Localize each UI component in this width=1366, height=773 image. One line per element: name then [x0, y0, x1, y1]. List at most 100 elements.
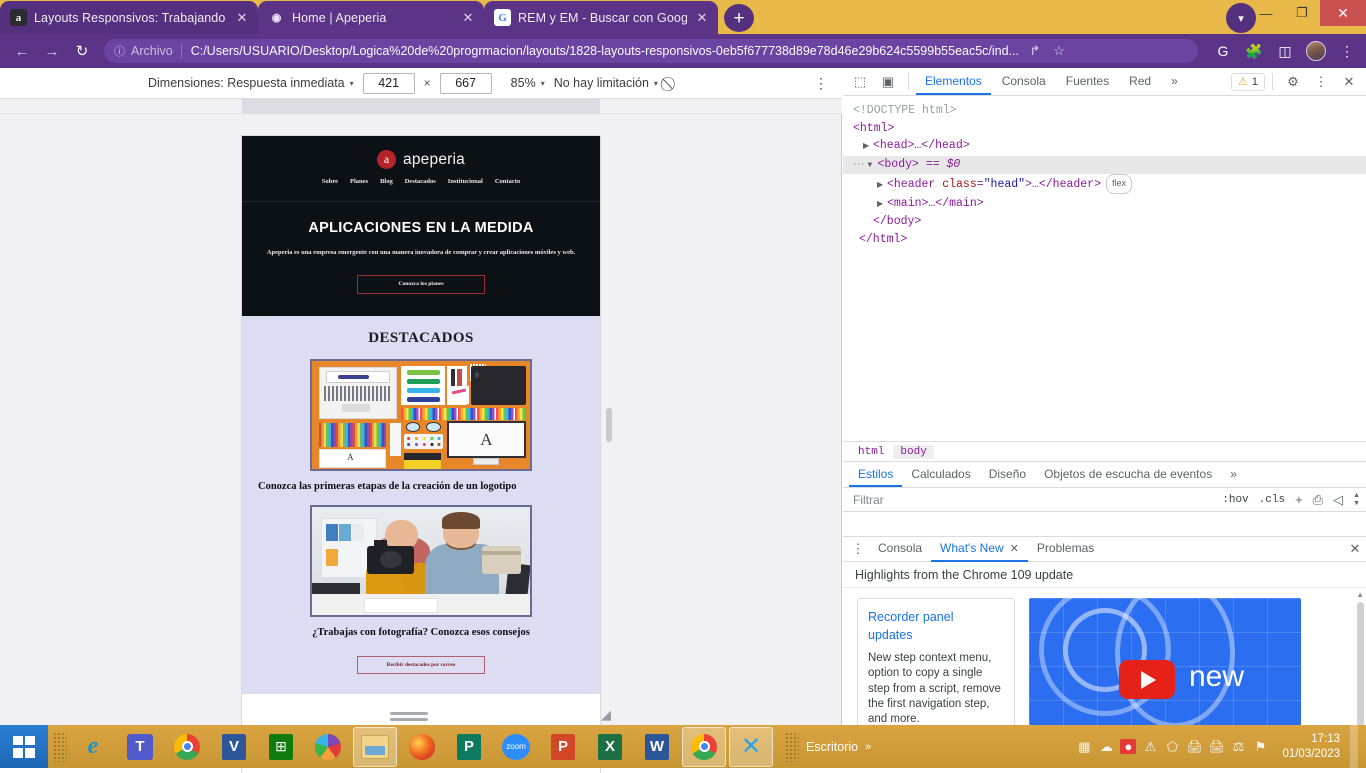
filter-input[interactable]: Filtrar	[853, 493, 1212, 507]
viewport-resize-handle-bottom[interactable]	[390, 712, 428, 721]
close-window-button[interactable]: ✕	[1320, 0, 1366, 26]
tab-diseno[interactable]: Diseño	[980, 462, 1035, 487]
drawer-tab-consola[interactable]: Consola	[869, 537, 931, 562]
bookmark-star-icon[interactable]: ☆	[1049, 41, 1069, 61]
system-clock[interactable]: 17:13 01/03/2023	[1274, 732, 1340, 762]
forward-button[interactable]: →	[38, 37, 66, 65]
hero-cta-button[interactable]: Conozca los planes	[357, 275, 485, 294]
address-bar[interactable]: ⓘ Archivo C:/Users/USUARIO/Desktop/Logic…	[104, 39, 1198, 63]
taskbar-grip[interactable]	[53, 732, 67, 762]
show-desktop-button[interactable]	[1350, 725, 1358, 768]
printer-2-icon[interactable]: 🖨	[1208, 739, 1224, 755]
extensions-puzzle-icon[interactable]: 🧩	[1243, 40, 1265, 62]
close-tab-icon[interactable]: ✕	[694, 10, 710, 26]
settings-gear-icon[interactable]: ⚙	[1280, 69, 1306, 95]
maximize-button[interactable]: ❐	[1284, 0, 1320, 26]
drawer-menu-icon[interactable]: ⋮	[847, 541, 869, 557]
reload-button[interactable]: ↻	[68, 37, 96, 65]
device-toolbar-menu-icon[interactable]: ⋮	[814, 75, 828, 92]
taskbar-google-chrome[interactable]	[165, 727, 209, 767]
inspect-element-icon[interactable]: ⬚	[847, 69, 873, 95]
tab-consola[interactable]: Consola	[993, 68, 1055, 95]
flex-badge[interactable]: flex	[1106, 174, 1132, 194]
usb-icon[interactable]: ⚖	[1230, 739, 1246, 755]
recording-icon[interactable]: ●	[1120, 739, 1136, 754]
drawer-tab-problemas[interactable]: Problemas	[1028, 537, 1103, 562]
nav-link-contacto[interactable]: Contacto	[495, 178, 520, 185]
taskbar-visual-studio-code[interactable]: ✕	[729, 727, 773, 767]
new-tab-button[interactable]: +	[724, 4, 754, 32]
page-info-icon[interactable]: ⓘ	[114, 43, 125, 59]
computed-sidebar-icon[interactable]: ◁	[1333, 492, 1343, 508]
desktop-toolbar[interactable]: Escritorio »	[779, 732, 871, 762]
dom-line-head[interactable]: ▶<head>…</head>	[853, 137, 1366, 156]
tab-red[interactable]: Red	[1120, 68, 1160, 95]
network-icon[interactable]: ☁	[1098, 739, 1114, 755]
cls-toggle[interactable]: .cls	[1259, 494, 1285, 506]
taskbar-microsoft-word[interactable]: W	[635, 727, 679, 767]
security-shield-icon[interactable]: ⬠	[1164, 739, 1180, 755]
shield-warning-icon[interactable]: ⚠	[1142, 739, 1158, 755]
nav-link-blog[interactable]: Blog	[380, 178, 393, 185]
tab-estilos[interactable]: Estilos	[849, 462, 902, 487]
nav-link-institucional[interactable]: Institucional	[448, 178, 483, 185]
browser-tab-3[interactable]: G REM y EM - Buscar con Google ✕	[484, 1, 718, 34]
close-drawer-icon[interactable]: ✕	[1344, 541, 1366, 557]
site-brand[interactable]: a apeperia	[242, 150, 600, 169]
whats-new-scrollbar[interactable]: ▲	[1357, 590, 1364, 742]
dom-line-header[interactable]: ▶<header class="head">…</header>flex	[853, 174, 1366, 195]
taskbar-file-explorer[interactable]	[353, 727, 397, 767]
taskbar-microsoft-teams[interactable]: T	[118, 727, 162, 767]
tab-event-listeners[interactable]: Objetos de escucha de eventos	[1035, 462, 1221, 487]
featured-card-2[interactable]: ¿Trabajas con fotografía? Conozca esos c…	[258, 505, 584, 640]
viewport-height-input[interactable]: 667	[440, 73, 492, 94]
expand-triangle-icon[interactable]: ▶	[863, 138, 873, 156]
dom-line-body[interactable]: ⋯▼<body> == $0	[843, 156, 1366, 175]
devtools-menu-icon[interactable]: ⋮	[1308, 69, 1334, 95]
subscribe-button[interactable]: Recibir destacados por correo	[357, 656, 485, 674]
nav-link-sobre[interactable]: Sobre	[322, 178, 338, 185]
nav-link-planes[interactable]: Planes	[350, 178, 368, 185]
tab-fuentes[interactable]: Fuentes	[1057, 68, 1118, 95]
youtube-play-icon[interactable]	[1119, 660, 1175, 699]
side-panel-icon[interactable]: ◫	[1274, 40, 1296, 62]
viewport-width-input[interactable]: 421	[363, 73, 415, 94]
whats-new-card[interactable]: Recorder panelupdates New step context m…	[857, 598, 1015, 730]
expand-triangle-icon[interactable]: ▶	[877, 177, 887, 195]
whats-new-video-thumbnail[interactable]: new	[1029, 598, 1301, 726]
taskbar-zoom[interactable]: zoom	[494, 727, 538, 767]
profile-avatar[interactable]	[1305, 40, 1327, 62]
nav-link-destacados[interactable]: Destacados	[405, 178, 436, 185]
taskbar-microsoft-publisher[interactable]: P	[447, 727, 491, 767]
breadcrumb-body[interactable]: body	[893, 445, 933, 459]
desktop-overflow-icon[interactable]: »	[865, 741, 871, 753]
scroll-thumb[interactable]	[1357, 602, 1364, 727]
minimize-button[interactable]: —	[1248, 0, 1284, 26]
dimensions-dropdown[interactable]: Dimensiones: Respuesta inmediata ▾	[148, 76, 354, 90]
toggle-device-toolbar-icon[interactable]: ▣	[875, 69, 901, 95]
taskbar-microsoft-excel[interactable]: X	[588, 727, 632, 767]
taskbar-picasa[interactable]	[306, 727, 350, 767]
zoom-dropdown[interactable]: 85% ▾	[511, 76, 545, 90]
close-devtools-icon[interactable]: ✕	[1336, 69, 1362, 95]
viewport-resize-handle-corner[interactable]: ◢	[601, 707, 617, 723]
throttling-dropdown[interactable]: No hay limitación ▾	[554, 76, 658, 90]
google-translate-icon[interactable]: G	[1212, 40, 1234, 62]
drawer-tab-whats-new[interactable]: What's New ✕	[931, 537, 1028, 562]
filter-spinner[interactable]: ▲▼	[1353, 492, 1360, 507]
printer-icon[interactable]: 🖨	[1186, 739, 1202, 755]
share-icon[interactable]: ↱	[1025, 41, 1045, 61]
expand-triangle-icon[interactable]: ▶	[877, 196, 887, 214]
browser-tab-1[interactable]: a Layouts Responsivos: Trabajando ✕	[0, 1, 258, 34]
more-tabs-icon[interactable]: »	[1162, 68, 1187, 95]
flag-error-icon[interactable]: ⚑	[1252, 739, 1268, 755]
featured-card-1[interactable]: A A Conozca las primeras etapas de la cr…	[258, 359, 584, 494]
breadcrumb-html[interactable]: html	[851, 445, 891, 459]
dom-line-html-open[interactable]: <html>	[853, 120, 1366, 138]
close-drawer-tab-icon[interactable]: ✕	[1010, 542, 1019, 555]
close-tab-icon[interactable]: ✕	[460, 10, 476, 26]
signal-bars-icon[interactable]: ▦	[1076, 739, 1092, 755]
tab-calculados[interactable]: Calculados	[902, 462, 979, 487]
taskbar-chrome-window[interactable]	[682, 727, 726, 767]
chrome-menu-icon[interactable]: ⋮	[1336, 40, 1358, 62]
